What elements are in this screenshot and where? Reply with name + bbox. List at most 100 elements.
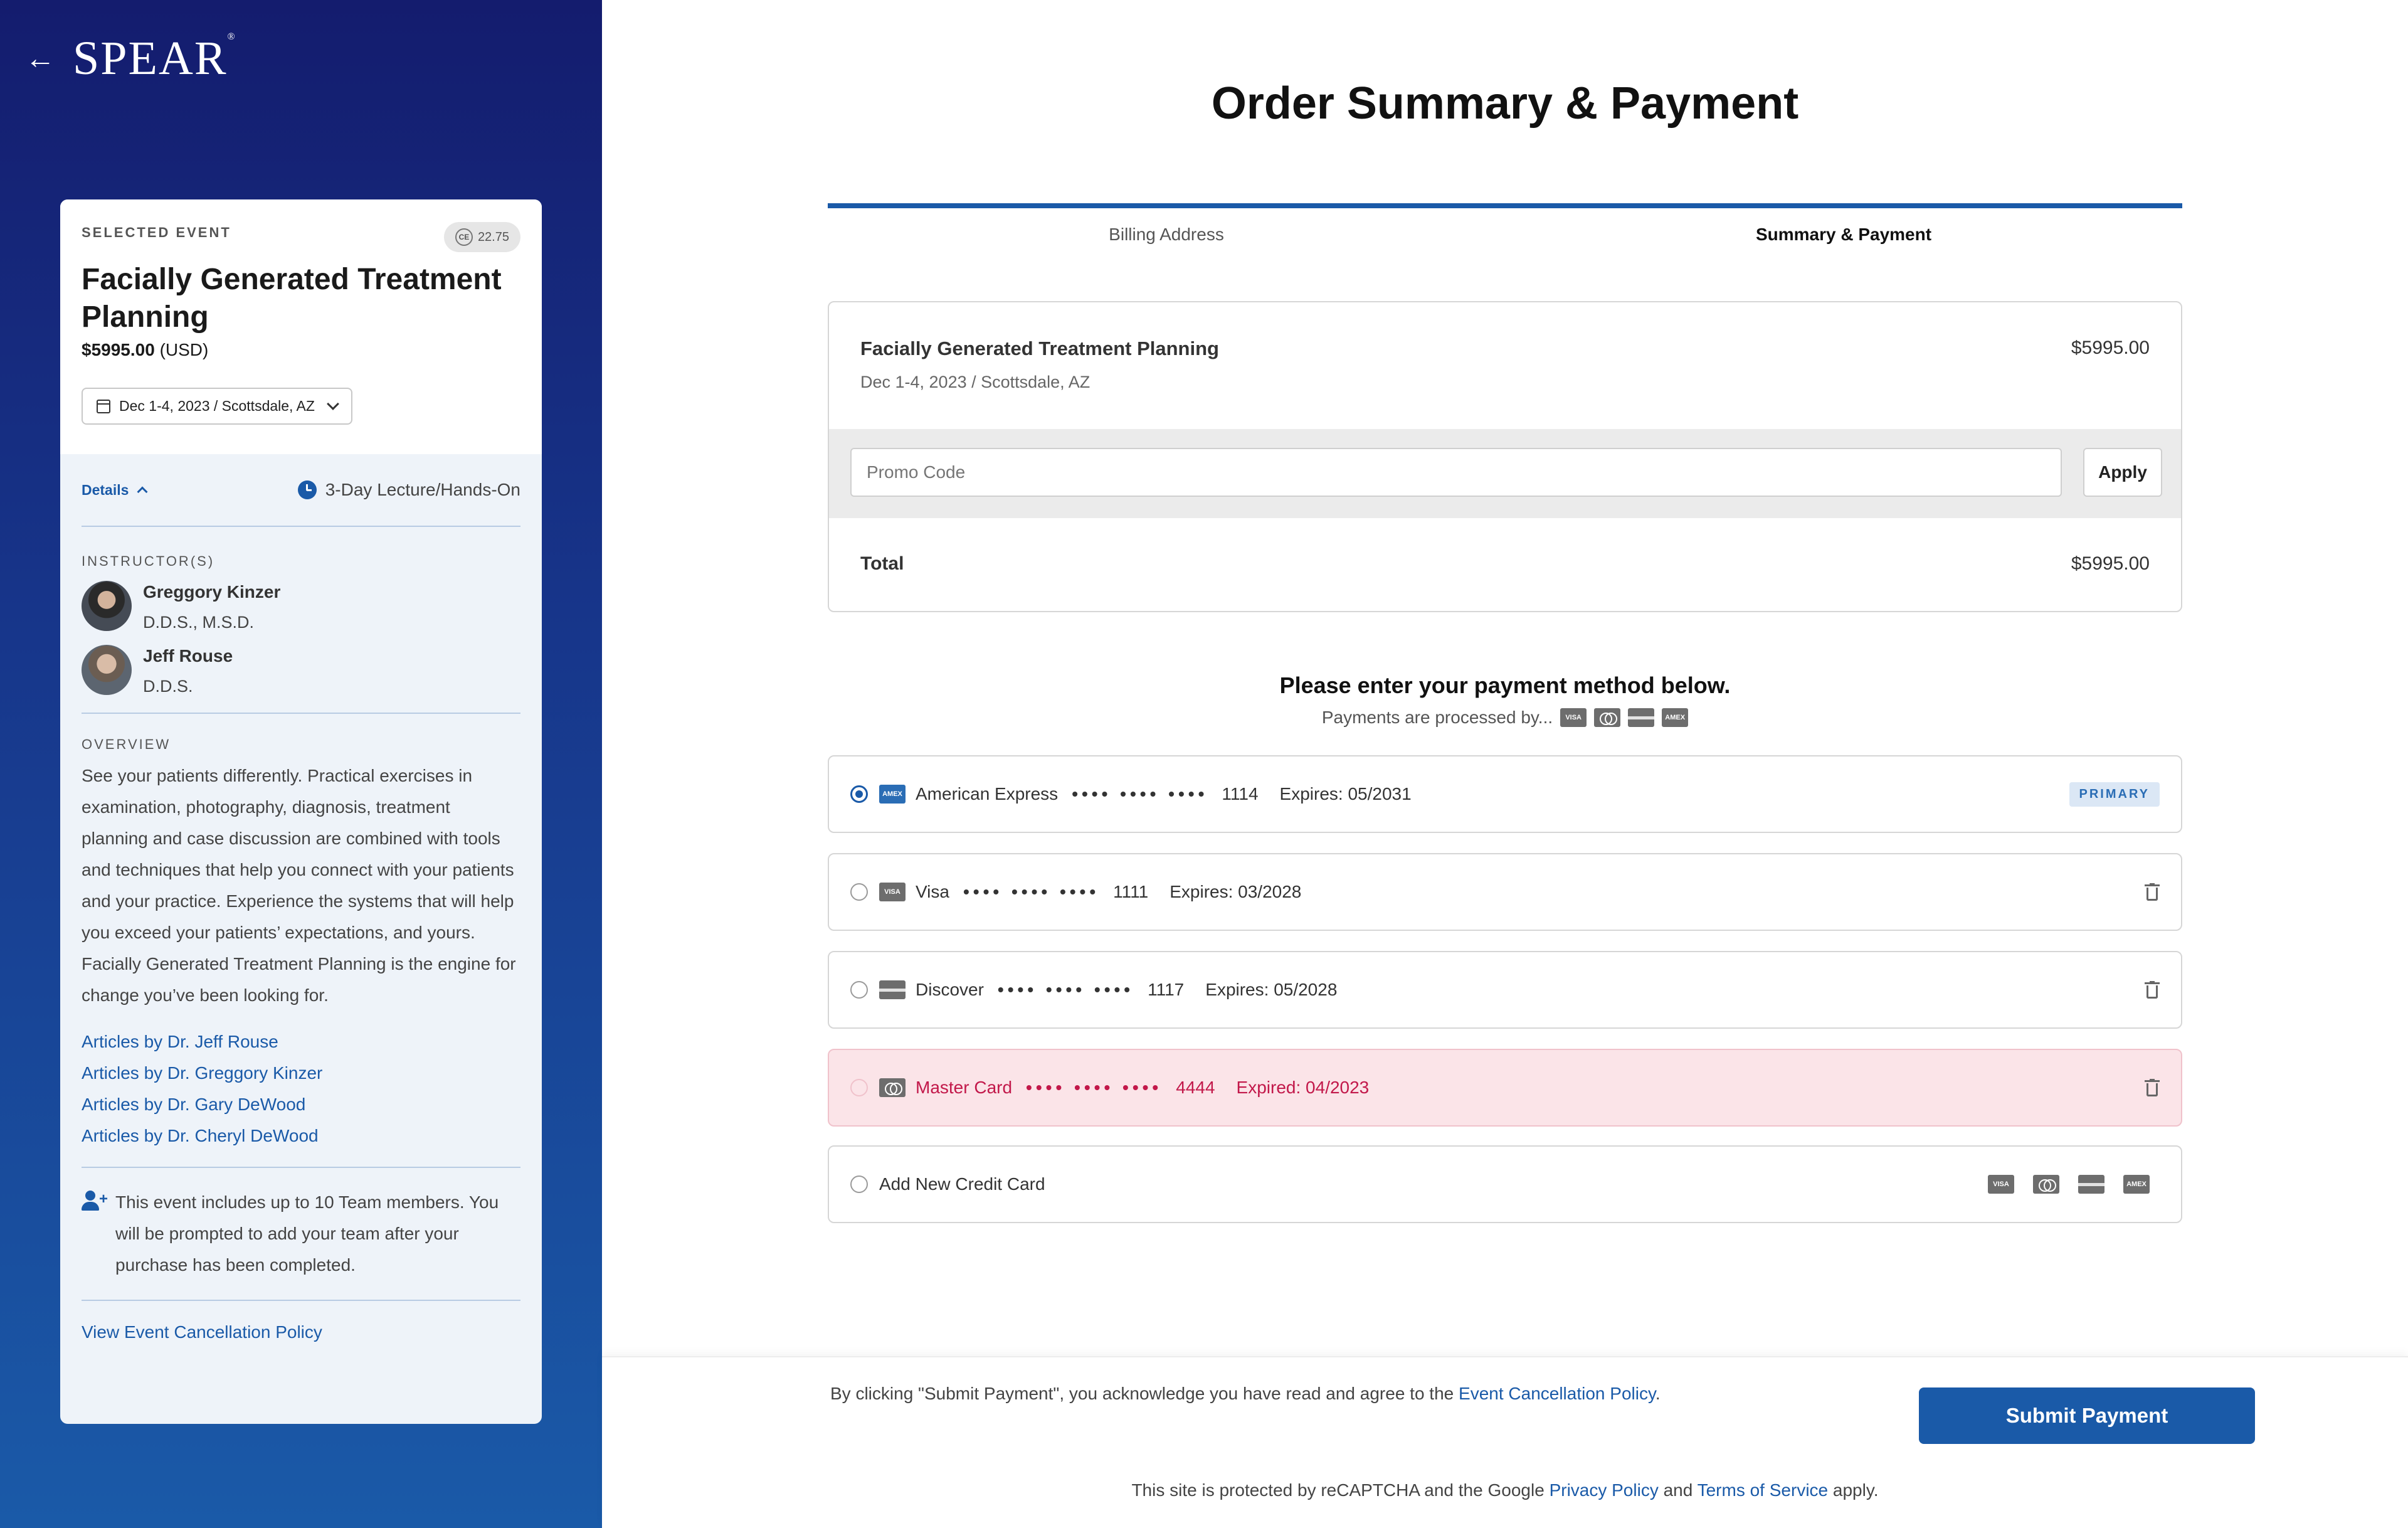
agreement-text: By clicking "Submit Payment", you acknow… [830,1384,1661,1404]
overview-text: See your patients differently. Practical… [82,766,516,1005]
trash-icon[interactable] [2145,981,2160,999]
card-last4: 1111 [1113,882,1149,901]
recaptcha-notice: This site is protected by reCAPTCHA and … [602,1480,2408,1500]
cancellation-policy-link[interactable]: View Event Cancellation Policy [82,1322,520,1342]
event-date-value: Dec 1-4, 2023 / Scottsdale, AZ [119,398,315,414]
summary-item-price: $5995.00 [2071,337,2150,358]
sidebar: ← SPEAR® SELECTED EVENT CE 22.75 Faciall… [0,0,602,1528]
submit-payment-button[interactable]: Submit Payment [1919,1387,2255,1444]
details-row: Details 3-Day Lecture/Hands-On [82,454,520,527]
payment-heading: Please enter your payment method below. [1279,672,1731,698]
steps-progress-bar [828,203,2182,208]
team-note: + This event includes up to 10 Team memb… [82,1187,520,1281]
visa-icon: VISA [1988,1175,2014,1194]
summary-item-title: Facially Generated Treatment Planning [860,337,1219,359]
payment-radio[interactable] [850,1079,868,1096]
processed-by-text: Payments are processed by... [1321,708,1553,727]
step-summary-payment[interactable]: Summary & Payment [1505,225,2182,245]
add-user-icon: + [82,1191,108,1216]
details-toggle[interactable]: Details [82,481,148,499]
payment-radio[interactable] [850,883,868,901]
promo-code-input[interactable] [850,448,2062,497]
payment-method-visa[interactable]: VISA Visa •••• •••• •••• 1111 Expires: 0… [828,853,2182,931]
card-brand: Discover [916,980,984,999]
event-card: SELECTED EVENT CE 22.75 Facially Generat… [60,199,542,1424]
card-expiry: Expires: 03/2028 [1170,882,1302,901]
card-expiry: Expired: 04/2023 [1236,1078,1370,1097]
payment-method-mastercard[interactable]: Master Card •••• •••• •••• 4444 Expired:… [828,1049,2182,1127]
visa-icon: VISA [1560,708,1587,727]
card-expiry: Expires: 05/2031 [1279,784,1412,804]
promo-section: Apply [829,429,2181,518]
article-link[interactable]: Articles by Dr. Greggory Kinzer [82,1058,520,1089]
event-price-currency: (USD) [159,340,209,359]
payment-method-amex[interactable]: AMEX American Express •••• •••• •••• 111… [828,755,2182,833]
mastercard-icon [879,1078,906,1097]
article-link[interactable]: Articles by Dr. Jeff Rouse [82,1026,520,1058]
card-brand: Master Card [916,1078,1013,1097]
chevron-down-icon [327,397,339,410]
spear-logo[interactable]: SPEAR® [73,31,236,86]
recaptcha-suffix: apply. [1832,1480,1879,1500]
agreement-suffix: . [1655,1384,1661,1403]
card-expiry: Expires: 05/2028 [1205,980,1338,999]
payment-method-discover[interactable]: Discover •••• •••• •••• 1117 Expires: 05… [828,951,2182,1029]
payment-footer: By clicking "Submit Payment", you acknow… [602,1356,2408,1528]
payment-processors: Payments are processed by... VISA AMEX [602,708,2408,728]
trash-icon[interactable] [2145,883,2160,901]
card-brand: Visa [916,882,949,901]
discover-icon [2078,1175,2104,1194]
event-format-label: 3-Day Lecture/Hands-On [325,480,520,499]
privacy-policy-link[interactable]: Privacy Policy [1550,1480,1659,1500]
overview-label: OVERVIEW [82,736,171,752]
team-note-text: This event includes up to 10 Team member… [115,1192,499,1275]
divider [82,1300,520,1301]
terms-of-service-link[interactable]: Terms of Service [1698,1480,1829,1500]
card-mask: •••• •••• •••• [997,980,1134,999]
total-price: $5995.00 [2071,553,2150,574]
apply-promo-button[interactable]: Apply [2083,448,2162,497]
payment-radio[interactable] [850,981,868,999]
amex-icon: AMEX [879,785,906,804]
cancellation-policy-link[interactable]: Event Cancellation Policy [1459,1384,1656,1403]
event-title: Facially Generated Treatment Planning [82,263,502,334]
add-card-label: Add New Credit Card [879,1174,1045,1194]
article-link[interactable]: Articles by Dr. Gary DeWood [82,1089,520,1120]
payment-radio[interactable] [850,785,868,803]
chevron-up-icon [137,486,148,497]
order-summary: Facially Generated Treatment Planning De… [828,301,2182,612]
divider [82,713,520,714]
card-mask: •••• •••• •••• [1026,1078,1163,1097]
step-billing-address[interactable]: Billing Address [828,225,1505,245]
agreement-prefix: By clicking "Submit Payment", you acknow… [830,1384,1454,1403]
arrow-left-icon[interactable]: ← [25,43,55,74]
top-bar: ← SPEAR® [25,31,236,86]
avatar [82,581,132,631]
trash-icon[interactable] [2145,1079,2160,1096]
details-label: Details [82,481,129,498]
instructor-credentials: D.D.S. [143,677,193,696]
article-link[interactable]: Articles by Dr. Cheryl DeWood [82,1120,520,1152]
payment-radio[interactable] [850,1175,868,1193]
divider [82,1167,520,1168]
amex-icon: AMEX [2123,1175,2150,1194]
instructor-item: Jeff Rouse D.D.S. [82,645,520,698]
primary-badge: PRIMARY [2069,782,2160,807]
clock-icon [297,480,317,499]
discover-icon [879,980,906,999]
event-card-header: SELECTED EVENT CE 22.75 Facially Generat… [60,199,542,454]
instructors-label: INSTRUCTOR(S) [82,553,215,569]
card-mask: •••• •••• •••• [963,882,1100,901]
instructor-name: Jeff Rouse [143,646,233,666]
ce-credits-value: 22.75 [477,230,509,244]
main-content: Order Summary & Payment Billing Address … [602,0,2408,1528]
card-mask: •••• •••• •••• [1072,784,1208,804]
mastercard-icon [1594,708,1621,727]
checkout-steps: Billing Address Summary & Payment [828,203,2182,253]
page-title: Order Summary & Payment [1211,78,1799,129]
card-last4: 4444 [1176,1078,1215,1097]
add-new-credit-card[interactable]: Add New Credit Card VISA AMEX [828,1145,2182,1223]
event-date-select[interactable]: Dec 1-4, 2023 / Scottsdale, AZ [82,388,352,425]
total-label: Total [860,553,904,574]
ce-icon: CE [455,228,473,246]
